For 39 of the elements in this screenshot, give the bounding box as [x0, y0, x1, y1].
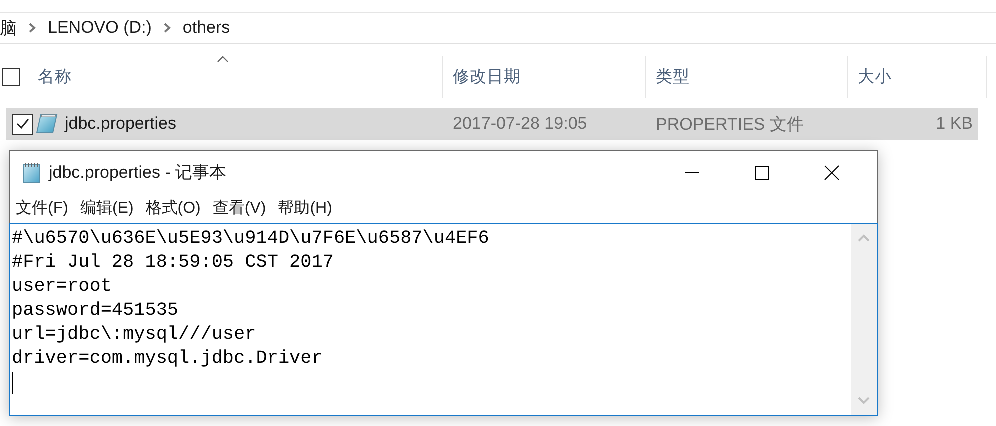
- close-icon: [824, 164, 840, 180]
- file-row[interactable]: jdbc.properties 2017-07-28 19:05 PROPERTIES 文件 1 KB: [6, 108, 978, 140]
- notepad-icon: [22, 162, 42, 184]
- notepad-file-icon: [35, 113, 59, 135]
- scroll-up-icon[interactable]: [858, 234, 870, 242]
- chevron-right-icon: [164, 23, 171, 33]
- menu-item[interactable]: 查看(V): [212, 198, 266, 219]
- text-line: driver=com.mysql.jdbc.Driver: [12, 347, 324, 371]
- text-cursor: [12, 372, 13, 394]
- menu-item[interactable]: 编辑(E): [80, 198, 134, 219]
- menu-item[interactable]: 格式(O): [146, 198, 201, 219]
- text-line: #Fri Jul 28 18:59:05 CST 2017: [12, 251, 335, 275]
- size-cell-text: 1 KB: [935, 114, 974, 134]
- select-all-checkbox[interactable]: [2, 68, 20, 86]
- menu-item[interactable]: 文件(F): [16, 198, 68, 219]
- text-line: url=jdbc\:mysql///user: [12, 323, 258, 347]
- scroll-down-icon[interactable]: [858, 397, 870, 405]
- file-name: jdbc.properties: [65, 114, 177, 134]
- menu-item[interactable]: 帮助(H): [278, 198, 332, 219]
- breadcrumb-item[interactable]: others: [182, 18, 230, 38]
- column-header[interactable]: 修改日期: [453, 66, 521, 88]
- text-line: password=451535: [12, 299, 180, 323]
- type-cell-text: PROPERTIES 文件: [655, 114, 805, 136]
- text-line: user=root: [12, 275, 113, 299]
- column-header[interactable]: 名称: [38, 66, 72, 88]
- maximize-icon: [754, 164, 770, 180]
- column-header[interactable]: 类型: [656, 66, 690, 88]
- breadcrumb-item[interactable]: LENOVO (D:): [48, 18, 152, 38]
- date-cell-text: 2017-07-28 19:05: [452, 114, 588, 134]
- scrollbar[interactable]: [851, 224, 877, 415]
- window-title: jdbc.properties - 记事本: [49, 162, 228, 184]
- row-checkbox[interactable]: [12, 114, 33, 134]
- minimize-icon: [684, 172, 700, 174]
- sort-caret-icon: [217, 56, 229, 63]
- breadcrumb-item[interactable]: 脑: [0, 16, 17, 40]
- text-line: #\u6570\u636E\u5E93\u914D\u7F6E\u6587\u4EF6: [12, 227, 490, 251]
- chevron-right-icon: [29, 23, 36, 33]
- text-area[interactable]: #\u6570\u636E\u5E93\u914D\u7F6E\u6587\u4EF6 #Fri Jul 28 18:59:05 CST 2017 user=root password=451535 url=jdbc\:mysql///user driver=com.mysql.jdbc.Driver: [9, 223, 878, 416]
- column-header[interactable]: 大小: [858, 66, 892, 88]
